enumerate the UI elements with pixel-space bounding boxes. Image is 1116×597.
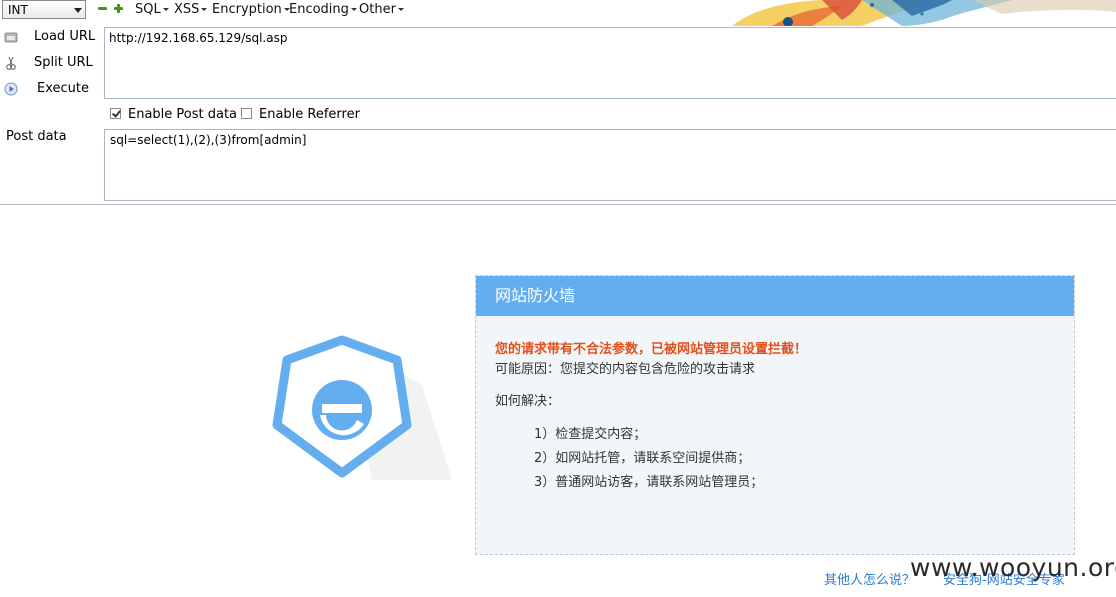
load-url-label: Load URL <box>34 29 96 44</box>
injection-type-value: INT <box>8 3 28 17</box>
firewall-how-to: 如何解决： <box>495 394 561 409</box>
firewall-warning: 您的请求带有不合法参数，已被网站管理员设置拦截！ <box>495 342 808 357</box>
decrease-icon[interactable] <box>98 4 107 13</box>
menu-other[interactable]: Other <box>359 1 404 19</box>
menu-other-label: Other <box>359 2 396 17</box>
load-url-icon <box>4 32 18 43</box>
menu-encryption-label: Encryption <box>212 2 282 17</box>
checkbox-checked-icon <box>110 108 121 119</box>
execute-button[interactable]: Execute <box>0 78 100 100</box>
decorative-splash-image <box>712 0 1116 26</box>
menu-sql-label: SQL <box>135 2 161 17</box>
firewall-step: 2）如网站托管，请联系空间提供商； <box>534 451 751 466</box>
enable-referrer-label: Enable Referrer <box>259 107 360 122</box>
dropdown-arrow-icon <box>397 8 404 11</box>
increase-icon[interactable] <box>114 4 123 13</box>
firewall-step: 1）检查提交内容； <box>534 427 647 442</box>
checkbox-unchecked-icon <box>241 108 252 119</box>
enable-post-label: Enable Post data <box>128 107 238 122</box>
firewall-step: 3）普通网站访客，请联系网站管理员； <box>534 475 764 490</box>
execute-label: Execute <box>37 81 89 96</box>
menu-sql[interactable]: SQL <box>135 1 169 19</box>
load-url-button[interactable]: Load URL <box>0 26 100 48</box>
dropdown-arrow-icon <box>201 8 208 11</box>
menu-xss[interactable]: XSS <box>174 1 208 19</box>
firewall-title: 网站防火墙 <box>476 276 1074 316</box>
others-say-link[interactable]: 其他人怎么说？ <box>824 569 915 588</box>
chevron-down-icon <box>74 8 82 13</box>
play-icon <box>4 82 18 96</box>
hackbar-panel: INT SQL XSS Encryption Encoding Other Lo… <box>0 0 1116 205</box>
firewall-reason: 可能原因：您提交的内容包含危险的攻击请求 <box>495 362 756 377</box>
split-url-button[interactable]: Split URL <box>0 52 100 74</box>
wooyun-watermark: www.wooyun.org <box>910 553 1116 582</box>
hackbar-divider <box>0 204 1116 205</box>
post-data-label: Post data <box>6 129 67 144</box>
safedog-shield-logo <box>272 335 452 480</box>
post-data-input[interactable]: sql=select(1),(2),(3)from[admin] <box>104 129 1116 201</box>
dropdown-arrow-icon <box>162 8 169 11</box>
firewall-message-panel: 网站防火墙 您的请求带有不合法参数，已被网站管理员设置拦截！ 可能原因：您提交的… <box>475 275 1075 555</box>
scissors-icon <box>6 56 16 70</box>
split-url-label: Split URL <box>34 55 93 70</box>
injection-type-select[interactable]: INT <box>2 0 86 19</box>
dropdown-arrow-icon <box>350 8 357 11</box>
menu-encoding[interactable]: Encoding <box>289 1 357 19</box>
url-input[interactable]: http://192.168.65.129/sql.asp <box>104 27 1116 99</box>
menu-encryption[interactable]: Encryption <box>212 1 290 19</box>
menu-encoding-label: Encoding <box>289 2 349 17</box>
menu-xss-label: XSS <box>174 2 200 17</box>
